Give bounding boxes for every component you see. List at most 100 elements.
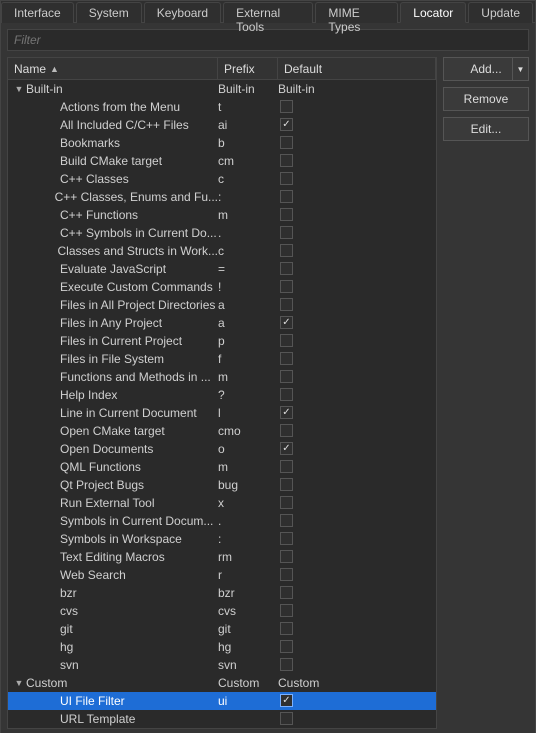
item-prefix: bzr: [218, 586, 278, 600]
default-checkbox[interactable]: ✓: [280, 442, 293, 455]
expand-icon[interactable]: ▼: [12, 678, 26, 688]
list-item[interactable]: Web Searchr: [8, 566, 436, 584]
list-item[interactable]: Files in All Project Directoriesa: [8, 296, 436, 314]
default-checkbox[interactable]: [280, 334, 293, 347]
default-checkbox[interactable]: [280, 496, 293, 509]
item-prefix: a: [218, 298, 278, 312]
list-item[interactable]: gitgit: [8, 620, 436, 638]
default-checkbox[interactable]: [280, 280, 293, 293]
default-checkbox[interactable]: [280, 388, 293, 401]
item-name: Classes and Structs in Work...: [58, 244, 219, 258]
default-checkbox[interactable]: [280, 352, 293, 365]
list-item[interactable]: QML Functionsm: [8, 458, 436, 476]
list-item[interactable]: Qt Project Bugsbug: [8, 476, 436, 494]
default-checkbox[interactable]: [280, 226, 293, 239]
default-checkbox[interactable]: [280, 208, 293, 221]
add-dropdown-icon[interactable]: ▼: [512, 58, 528, 80]
list-item[interactable]: Files in File Systemf: [8, 350, 436, 368]
list-item[interactable]: Classes and Structs in Work...c: [8, 242, 436, 260]
item-name: Functions and Methods in ...: [60, 370, 211, 384]
item-prefix: x: [218, 496, 278, 510]
list-item[interactable]: Line in Current Documentl✓: [8, 404, 436, 422]
item-prefix: m: [218, 370, 278, 384]
default-checkbox[interactable]: [280, 514, 293, 527]
default-checkbox[interactable]: [280, 586, 293, 599]
default-checkbox[interactable]: [280, 568, 293, 581]
default-checkbox[interactable]: [280, 262, 293, 275]
expand-icon[interactable]: ▼: [12, 84, 26, 94]
list-item[interactable]: Files in Current Projectp: [8, 332, 436, 350]
item-prefix: bug: [218, 478, 278, 492]
list-item[interactable]: Files in Any Projecta✓: [8, 314, 436, 332]
default-checkbox[interactable]: ✓: [280, 406, 293, 419]
list-item[interactable]: bzrbzr: [8, 584, 436, 602]
default-checkbox[interactable]: [280, 550, 293, 563]
list-item[interactable]: All Included C/C++ Filesai✓: [8, 116, 436, 134]
default-checkbox[interactable]: [280, 244, 293, 257]
default-checkbox[interactable]: [280, 604, 293, 617]
group-row[interactable]: ▼Built-inBuilt-inBuilt-in: [8, 80, 436, 98]
default-checkbox[interactable]: [280, 172, 293, 185]
default-checkbox[interactable]: [280, 190, 293, 203]
tab-locator[interactable]: Locator: [400, 2, 466, 23]
list-item[interactable]: Help Index?: [8, 386, 436, 404]
default-checkbox[interactable]: [280, 532, 293, 545]
default-checkbox[interactable]: ✓: [280, 316, 293, 329]
default-checkbox[interactable]: [280, 370, 293, 383]
header-default[interactable]: Default: [278, 58, 436, 79]
list-item[interactable]: Run External Toolx: [8, 494, 436, 512]
default-checkbox[interactable]: [280, 478, 293, 491]
list-item[interactable]: Symbols in Current Docum....: [8, 512, 436, 530]
list-item[interactable]: cvscvs: [8, 602, 436, 620]
filter-input[interactable]: [7, 29, 529, 51]
edit-button[interactable]: Edit...: [443, 117, 529, 141]
list-item[interactable]: hghg: [8, 638, 436, 656]
default-checkbox[interactable]: [280, 424, 293, 437]
header-prefix[interactable]: Prefix: [218, 58, 278, 79]
group-row[interactable]: ▼CustomCustomCustom: [8, 674, 436, 692]
list-item[interactable]: C++ Functionsm: [8, 206, 436, 224]
list-item[interactable]: C++ Symbols in Current Do....: [8, 224, 436, 242]
default-checkbox[interactable]: ✓: [280, 694, 293, 707]
tab-interface[interactable]: Interface: [1, 2, 74, 23]
tab-external-tools[interactable]: External Tools: [223, 2, 313, 23]
list-item[interactable]: Actions from the Menut: [8, 98, 436, 116]
default-checkbox[interactable]: [280, 154, 293, 167]
list-item[interactable]: URL Template: [8, 710, 436, 728]
list-item[interactable]: Build CMake targetcm: [8, 152, 436, 170]
default-checkbox[interactable]: [280, 136, 293, 149]
list-item[interactable]: Evaluate JavaScript=: [8, 260, 436, 278]
list-item[interactable]: Execute Custom Commands!: [8, 278, 436, 296]
tab-system[interactable]: System: [76, 2, 142, 23]
default-checkbox[interactable]: ✓: [280, 118, 293, 131]
item-name: Line in Current Document: [60, 406, 197, 420]
default-checkbox[interactable]: [280, 622, 293, 635]
list-item[interactable]: Open Documentso✓: [8, 440, 436, 458]
list-item[interactable]: svnsvn: [8, 656, 436, 674]
tree-body[interactable]: ▼Built-inBuilt-inBuilt-inActions from th…: [8, 80, 436, 728]
tab-update[interactable]: Update: [468, 2, 533, 23]
list-item[interactable]: C++ Classesc: [8, 170, 436, 188]
default-checkbox[interactable]: [280, 460, 293, 473]
list-item[interactable]: UI File Filterui✓: [8, 692, 436, 710]
item-prefix: rm: [218, 550, 278, 564]
default-checkbox[interactable]: [280, 640, 293, 653]
header-name[interactable]: Name ▲: [8, 58, 218, 79]
group-default: Built-in: [278, 82, 436, 96]
list-item[interactable]: Text Editing Macrosrm: [8, 548, 436, 566]
list-item[interactable]: Functions and Methods in ... m: [8, 368, 436, 386]
add-button[interactable]: Add... ▼: [443, 57, 529, 81]
default-checkbox[interactable]: [280, 100, 293, 113]
default-checkbox[interactable]: [280, 658, 293, 671]
item-name: URL Template: [60, 712, 135, 726]
list-item[interactable]: Bookmarksb: [8, 134, 436, 152]
default-checkbox[interactable]: [280, 298, 293, 311]
tab-keyboard[interactable]: Keyboard: [144, 2, 221, 23]
tab-mime-types[interactable]: MIME Types: [315, 2, 398, 23]
default-checkbox[interactable]: [280, 712, 293, 725]
list-item[interactable]: Open CMake targetcmo: [8, 422, 436, 440]
list-item[interactable]: Symbols in Workspace:: [8, 530, 436, 548]
remove-button[interactable]: Remove: [443, 87, 529, 111]
list-item[interactable]: C++ Classes, Enums and Fu...:: [8, 188, 436, 206]
item-name: Bookmarks: [60, 136, 120, 150]
